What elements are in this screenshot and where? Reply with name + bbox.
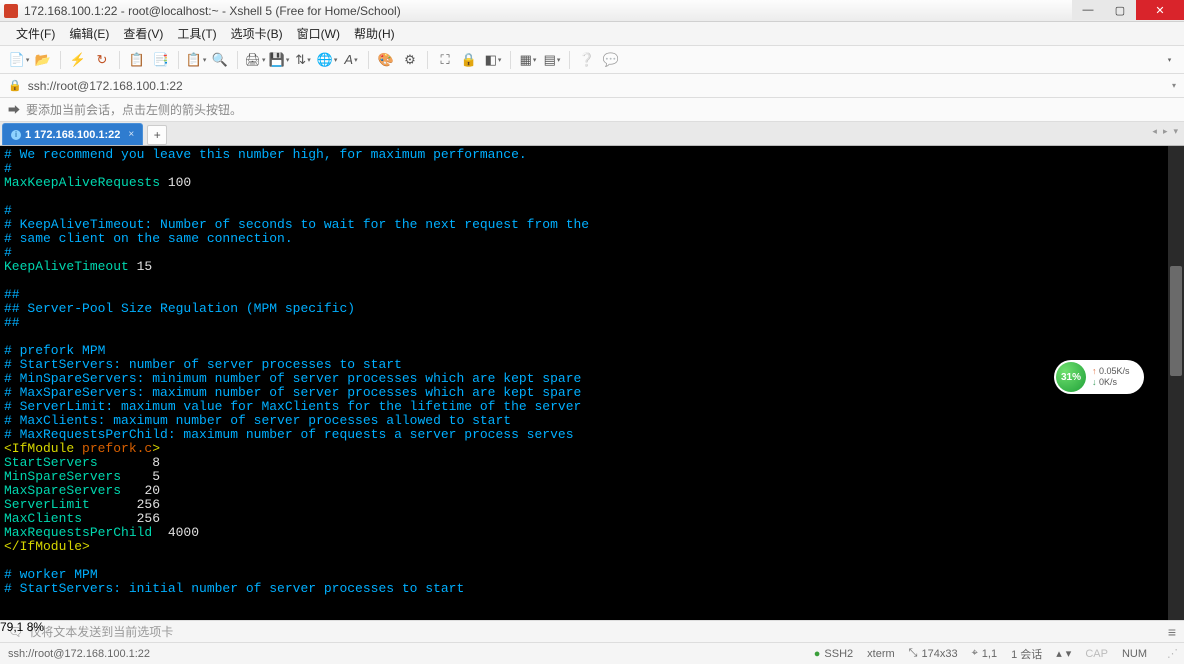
ssh-version: SSH2 xyxy=(824,648,853,660)
maximize-button[interactable]: ▢ xyxy=(1104,0,1136,20)
print-icon[interactable]: 🖨▾ xyxy=(244,49,266,71)
status-size: 174x33 xyxy=(921,648,957,660)
transparent-icon[interactable]: ◧▾ xyxy=(482,49,504,71)
toolbar: 📄▾ 📂 ⚡ ↻ 📋 📑 📋▾ 🔍 🖨▾ 💾▾ ⇅▾ 🌐▾ A▾ 🎨 ⚙ ⛶ 🔒… xyxy=(0,46,1184,74)
status-bar: ssh://root@172.168.100.1:22 ●SSH2 xterm … xyxy=(0,642,1184,664)
menu-help[interactable]: 帮助(H) xyxy=(348,22,401,45)
tab-next-icon[interactable]: ▸ xyxy=(1163,126,1168,137)
separator xyxy=(427,51,428,69)
globe-icon[interactable]: 🌐▾ xyxy=(316,49,338,71)
separator xyxy=(119,51,120,69)
terminal-content[interactable]: # We recommend you leave this number hig… xyxy=(0,146,1184,620)
session-down-icon[interactable]: ▾ xyxy=(1066,647,1072,660)
info-icon: i xyxy=(11,130,21,140)
cascade-icon[interactable]: ▤▾ xyxy=(541,49,563,71)
network-monitor-widget[interactable]: 31% 0.05K/s 0K/s xyxy=(1054,360,1144,394)
address-url[interactable]: ssh://root@172.168.100.1:22 xyxy=(28,79,183,93)
menu-view[interactable]: 查看(V) xyxy=(117,22,169,45)
scroll-percent: 8% xyxy=(27,620,44,634)
status-sessions: 1 会话 xyxy=(1011,646,1042,662)
address-bar: 🔒 ssh://root@172.168.100.1:22 ▾ xyxy=(0,74,1184,98)
color-icon[interactable]: 🎨 xyxy=(375,49,397,71)
settings-icon[interactable]: ⚙ xyxy=(399,49,421,71)
status-connection: ssh://root@172.168.100.1:22 xyxy=(8,648,150,660)
resize-grip-icon[interactable]: ⋰ xyxy=(1167,647,1176,660)
cursor-position: 79,1 xyxy=(0,620,23,634)
vim-status-line: 79,1 8% xyxy=(0,620,1184,634)
tab-label: 1 172.168.100.1:22 xyxy=(25,129,120,141)
scrollbar-thumb[interactable] xyxy=(1170,266,1182,376)
font-icon[interactable]: A▾ xyxy=(340,49,362,71)
hint-text: 要添加当前会话，点击左侧的箭头按钮。 xyxy=(26,101,242,118)
separator xyxy=(368,51,369,69)
toolbar-overflow-icon[interactable]: ▾ xyxy=(1158,49,1180,71)
minimize-button[interactable]: — xyxy=(1072,0,1104,20)
separator xyxy=(569,51,570,69)
new-session-icon[interactable]: 📄▾ xyxy=(8,49,30,71)
menu-bar: 文件(F) 编辑(E) 查看(V) 工具(T) 选项卡(B) 窗口(W) 帮助(… xyxy=(0,22,1184,46)
ssh-status-icon: ● xyxy=(814,648,821,660)
close-button[interactable]: ✕ xyxy=(1136,0,1184,20)
fullscreen-icon[interactable]: ⛶ xyxy=(434,49,456,71)
separator xyxy=(510,51,511,69)
tab-close-icon[interactable]: × xyxy=(128,129,134,140)
reconnect-icon[interactable]: ↻ xyxy=(91,49,113,71)
cpu-percent-ball: 31% xyxy=(1056,362,1086,392)
find-icon[interactable]: 🔍 xyxy=(209,49,231,71)
session-tab[interactable]: i 1 172.168.100.1:22 × xyxy=(2,123,143,145)
properties-icon[interactable]: 📋 xyxy=(126,49,148,71)
status-caps: CAP xyxy=(1085,648,1108,660)
tab-strip: i 1 172.168.100.1:22 × + ◂ ▸ ▾ xyxy=(0,122,1184,146)
help-icon[interactable]: ❔ xyxy=(576,49,598,71)
separator xyxy=(237,51,238,69)
session-up-icon[interactable]: ▴ xyxy=(1056,647,1062,660)
cursor-status-icon: ⌖ xyxy=(972,647,978,660)
chat-icon[interactable]: 💬 xyxy=(600,49,622,71)
resize-icon: ⤡ xyxy=(909,647,918,660)
menu-tabs[interactable]: 选项卡(B) xyxy=(225,22,289,45)
lock-small-icon: 🔒 xyxy=(8,79,22,92)
window-titlebar: 172.168.100.1:22 - root@localhost:~ - Xs… xyxy=(0,0,1184,22)
copy-icon[interactable]: 📑 xyxy=(150,49,172,71)
menu-tools[interactable]: 工具(T) xyxy=(171,22,222,45)
layout-icon[interactable]: ▦▾ xyxy=(517,49,539,71)
tab-list-icon[interactable]: ▾ xyxy=(1173,126,1178,137)
status-num: NUM xyxy=(1122,648,1147,660)
menu-window[interactable]: 窗口(W) xyxy=(291,22,346,45)
add-tab-button[interactable]: + xyxy=(147,125,167,145)
menu-file[interactable]: 文件(F) xyxy=(10,22,61,45)
open-icon[interactable]: 📂 xyxy=(32,49,54,71)
upload-speed: 0.05K/s xyxy=(1092,366,1130,377)
transfer-icon[interactable]: ⇅▾ xyxy=(292,49,314,71)
separator xyxy=(60,51,61,69)
paste-icon[interactable]: 📋▾ xyxy=(185,49,207,71)
lock-icon[interactable]: 🔒 xyxy=(458,49,480,71)
tab-prev-icon[interactable]: ◂ xyxy=(1152,126,1157,137)
window-title: 172.168.100.1:22 - root@localhost:~ - Xs… xyxy=(24,4,1072,18)
add-session-arrow-icon[interactable]: ⮕ xyxy=(8,101,20,118)
download-speed: 0K/s xyxy=(1092,377,1130,388)
connect-icon[interactable]: ⚡ xyxy=(67,49,89,71)
terminal-scrollbar[interactable] xyxy=(1168,146,1184,620)
status-rowcol: 1,1 xyxy=(982,648,997,660)
separator xyxy=(178,51,179,69)
app-icon xyxy=(4,4,18,18)
terminal-area[interactable]: # We recommend you leave this number hig… xyxy=(0,146,1184,620)
address-dropdown-icon[interactable]: ▾ xyxy=(1172,81,1176,90)
save-icon[interactable]: 💾▾ xyxy=(268,49,290,71)
status-termtype: xterm xyxy=(867,648,895,660)
hint-bar: ⮕ 要添加当前会话，点击左侧的箭头按钮。 xyxy=(0,98,1184,122)
menu-edit[interactable]: 编辑(E) xyxy=(63,22,115,45)
